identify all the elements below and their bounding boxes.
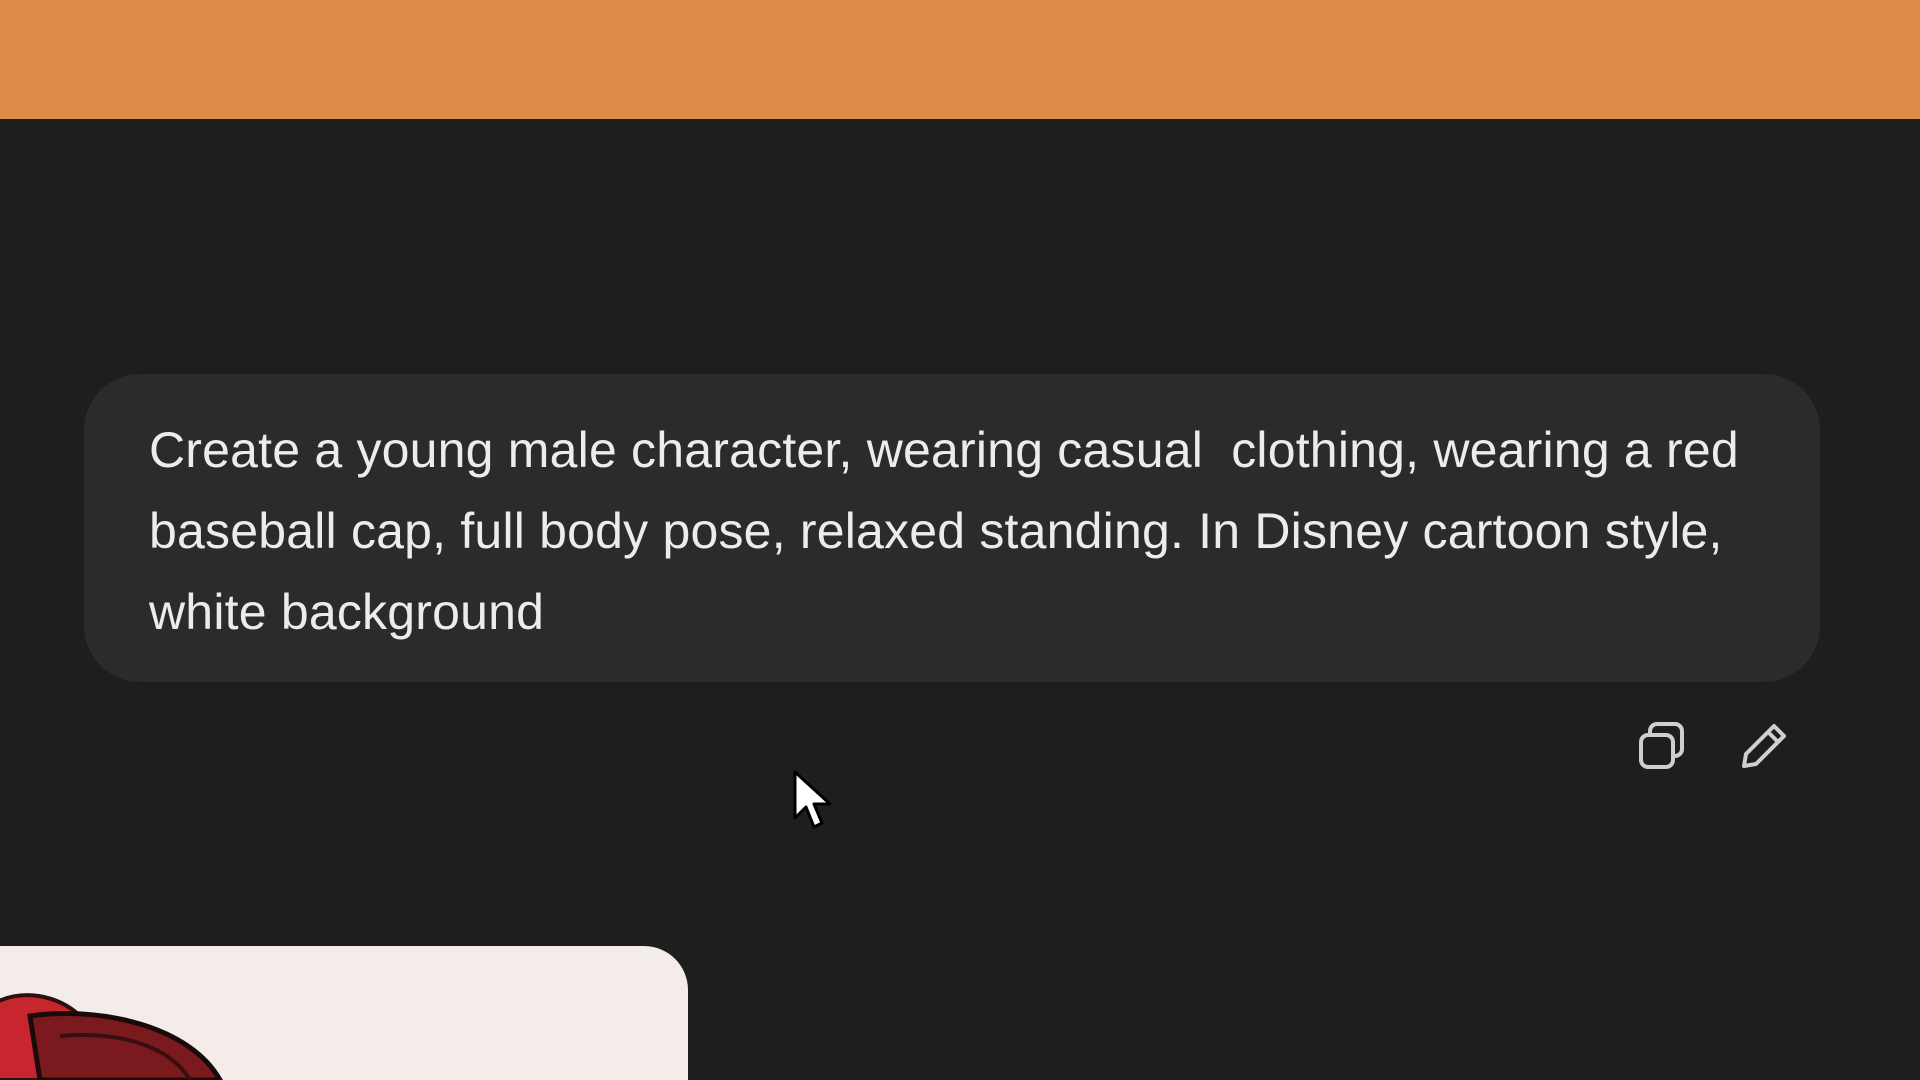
user-prompt-bubble: Create a young male character, wearing c… — [84, 374, 1820, 682]
message-actions — [1636, 720, 1790, 772]
generated-image-preview[interactable] — [0, 946, 688, 1080]
pencil-icon — [1742, 724, 1786, 768]
copy-icon — [1639, 722, 1684, 769]
mouse-cursor-icon — [793, 770, 832, 829]
red-cap-illustration — [0, 993, 223, 1080]
top-banner — [0, 0, 1920, 119]
user-prompt-text: Create a young male character, wearing c… — [149, 422, 1753, 640]
copy-button[interactable] — [1636, 720, 1688, 772]
edit-button[interactable] — [1738, 720, 1790, 772]
